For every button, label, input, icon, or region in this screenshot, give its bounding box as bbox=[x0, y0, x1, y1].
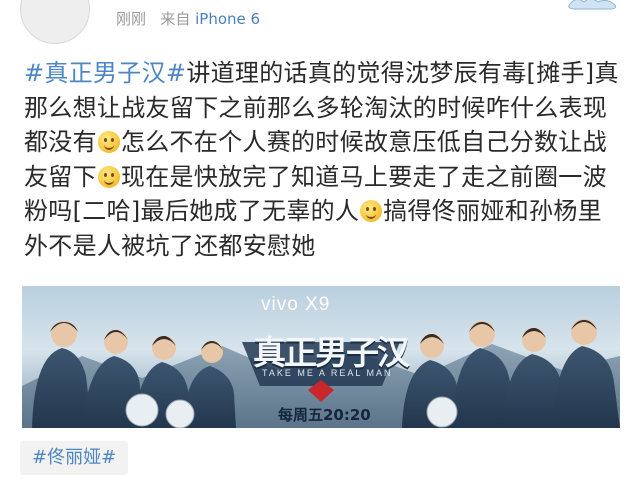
show-schedule: 每周五20:20 bbox=[278, 406, 371, 424]
topic-tag-label: #佟丽娅# bbox=[32, 447, 117, 468]
topic-tag-chip[interactable]: #佟丽娅# bbox=[20, 441, 129, 475]
post-line-2: 那么想让战友留下之前那么多轮淘汰的时候咋什么表现 bbox=[24, 93, 608, 122]
source-prefix: 来自 bbox=[160, 10, 191, 28]
source-device[interactable]: iPhone 6 bbox=[195, 10, 260, 28]
smile-emoji-icon bbox=[97, 165, 120, 188]
smile-emoji-icon bbox=[360, 200, 383, 222]
post-text: #真正男子汉#讲道理的话真的觉得沈梦辰有毒[摊手]真 那么想让战友留下之前那么多… bbox=[24, 56, 622, 263]
smile-emoji-icon bbox=[97, 131, 120, 153]
post-line-5b: 搞得佟丽娅和孙杨里 bbox=[383, 197, 602, 225]
show-title: 真正男子汉 bbox=[253, 333, 410, 372]
post-line-1: 讲道理的话真的觉得沈梦辰有毒[摊手]真 bbox=[186, 59, 619, 87]
post-line-4a: 友留下 bbox=[24, 162, 97, 191]
avatar[interactable] bbox=[20, 0, 90, 44]
post-meta: 刚刚 来自 iPhone 6 bbox=[116, 8, 260, 29]
post-line-3a: 都没有 bbox=[24, 128, 97, 156]
show-subtitle: TAKE ME A REAL MAN bbox=[262, 368, 393, 378]
post-line-4b: 现在是快放完了知道马上要走了走之前圈一波 bbox=[120, 162, 607, 191]
hashtag-link[interactable]: #真正男子汉# bbox=[24, 59, 186, 87]
post-time: 刚刚 bbox=[116, 10, 147, 28]
post-image-banner[interactable]: vivo X9 真正男子汉 TAKE ME A REAL MAN 每周五20:2… bbox=[22, 286, 620, 428]
sponsor-logo: vivo X9 bbox=[261, 294, 331, 315]
post-line-6: 外不是人被坑了还都安慰她 bbox=[24, 231, 316, 260]
post-line-5a: 粉吗[二哈]最后她成了无辜的人 bbox=[24, 197, 360, 225]
post-line-3b: 怎么不在个人赛的时候故意压低自己分数让战 bbox=[120, 128, 607, 156]
cloud-decoration-icon bbox=[568, 0, 617, 10]
